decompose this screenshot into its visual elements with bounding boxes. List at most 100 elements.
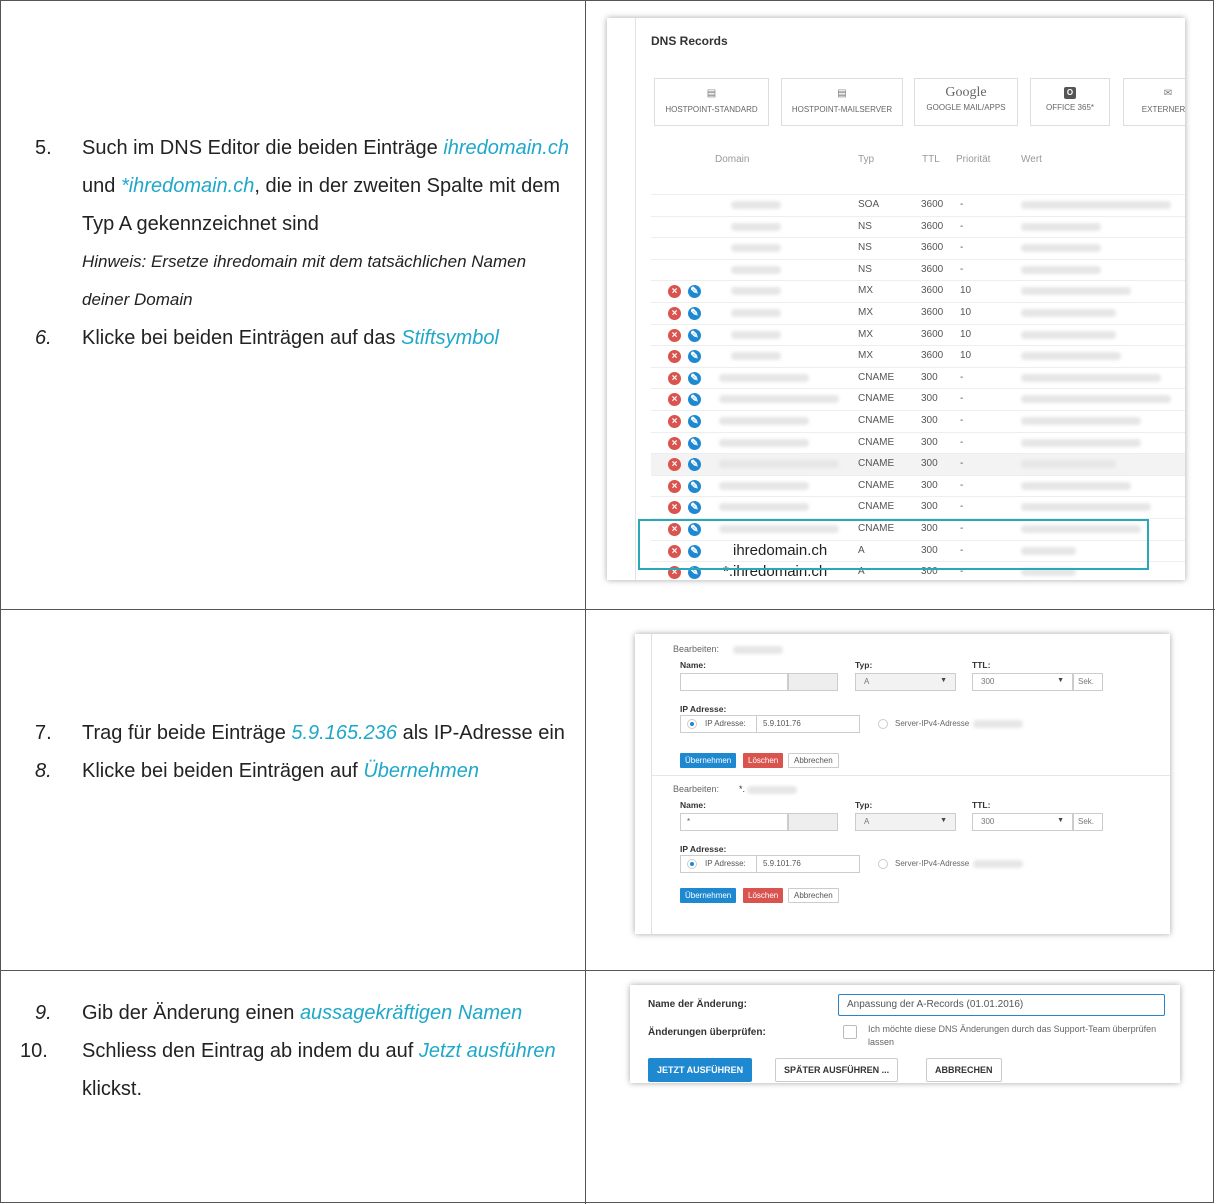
preset-hostpoint-mailserver[interactable]: ▤ HOSTPOINT-MAILSERVER: [781, 78, 903, 126]
review-checkbox[interactable]: [843, 1025, 857, 1039]
delete-icon[interactable]: ×: [668, 350, 681, 364]
record-priority: 10: [960, 285, 972, 297]
server-icon: ▤: [837, 88, 847, 99]
delete-icon[interactable]: ×: [668, 306, 681, 320]
table-row: × ✎ MX 3600 10: [651, 323, 1185, 346]
delete-icon[interactable]: ×: [668, 328, 681, 342]
delete-icon[interactable]: ×: [668, 479, 681, 493]
blurred-domain: [731, 265, 781, 274]
execute-highlight: Jetzt ausführen: [418, 1040, 556, 1062]
record-ttl: 3600: [921, 242, 944, 254]
type-select[interactable]: A ▼: [855, 813, 956, 831]
preset-hostpoint-standard[interactable]: ▤ HOSTPOINT-STANDARD: [654, 78, 769, 126]
edit-prefix: *.: [739, 784, 746, 794]
name-input[interactable]: [680, 673, 788, 691]
pencil-icon[interactable]: ✎: [688, 393, 701, 407]
wildcard-domain-highlight: *ihredomain.ch: [120, 175, 255, 197]
pencil-icon[interactable]: ✎: [688, 501, 701, 515]
ip-radio[interactable]: [687, 859, 697, 869]
blurred-value: [1021, 416, 1141, 425]
server-radio-label: Server-IPv4-Adresse: [895, 859, 970, 868]
record-ttl: 300: [921, 479, 938, 491]
delete-icon[interactable]: ×: [668, 501, 681, 515]
caret-down-icon: ▼: [940, 817, 947, 824]
delete-icon[interactable]: ×: [668, 285, 681, 299]
delete-icon[interactable]: ×: [668, 393, 681, 407]
record-priority: 10: [960, 306, 972, 318]
record-type: CNAME: [858, 393, 895, 405]
delete-button[interactable]: Löschen: [743, 888, 784, 903]
type-value: A: [864, 677, 870, 686]
apply-button[interactable]: Übernehmen: [680, 753, 737, 768]
table-row: × ✎ CNAME 300 -: [651, 366, 1185, 389]
step-number: 5.: [35, 137, 52, 159]
table-row: × ✎ CNAME 300 -: [651, 453, 1185, 475]
record-type: CNAME: [858, 501, 895, 513]
type-select[interactable]: A ▼: [855, 673, 956, 691]
execute-now-button[interactable]: JETZT AUSFÜHREN: [648, 1058, 753, 1082]
name-input[interactable]: *: [680, 813, 788, 831]
execute-later-button[interactable]: SPÄTER AUSFÜHREN ...: [775, 1058, 899, 1082]
execute-change-screenshot: Name der Änderung: Anpassung der A-Recor…: [630, 985, 1180, 1083]
pencil-icon[interactable]: ✎: [688, 371, 701, 385]
preset-label: EXTERNER M: [1141, 105, 1185, 114]
name-label: Name:: [680, 660, 706, 670]
pencil-icon[interactable]: ✎: [688, 306, 701, 320]
record-priority: -: [960, 371, 964, 383]
cancel-button[interactable]: ABBRECHEN: [926, 1058, 1002, 1082]
server-icon: ▤: [706, 88, 717, 99]
ip-field: IP Adresse: 5.9.101.76: [680, 715, 860, 733]
preset-external[interactable]: ✉ EXTERNER M: [1123, 78, 1185, 126]
ip-value[interactable]: 5.9.101.76: [763, 859, 801, 868]
col-domain: Domain: [715, 154, 750, 165]
blurred-domain: [747, 786, 797, 794]
pencil-icon[interactable]: ✎: [688, 436, 701, 450]
cancel-button[interactable]: Abbrechen: [788, 753, 839, 768]
steps-section-1: 5. Such im DNS Editor die beiden Einträg…: [0, 129, 585, 357]
preset-office365[interactable]: O OFFICE 365*: [1030, 78, 1110, 126]
pencil-icon[interactable]: ✎: [688, 350, 701, 364]
delete-icon[interactable]: ×: [668, 458, 681, 472]
preset-google[interactable]: Google GOOGLE MAIL/APPS: [914, 78, 1018, 126]
server-radio[interactable]: [878, 859, 888, 869]
delete-icon[interactable]: ×: [668, 371, 681, 385]
ttl-select[interactable]: 300 ▼: [972, 813, 1073, 831]
change-name-input[interactable]: Anpassung der A-Records (01.01.2016): [838, 994, 1165, 1016]
domain-suffix: [788, 813, 838, 831]
record-priority: -: [960, 393, 964, 405]
pencil-symbol-highlight: Stiftsymbol: [401, 327, 499, 349]
apply-button[interactable]: Übernehmen: [680, 888, 737, 903]
ip-radio[interactable]: [687, 719, 697, 729]
record-type: CNAME: [858, 458, 895, 470]
change-name-label: Name der Änderung:: [648, 999, 747, 1010]
ip-label: IP Adresse:: [680, 704, 727, 714]
pencil-icon[interactable]: ✎: [688, 414, 701, 428]
column-divider: [585, 0, 586, 1204]
pencil-icon[interactable]: ✎: [688, 458, 701, 472]
ttl-select[interactable]: 300 ▼: [972, 673, 1073, 691]
record-type: CNAME: [858, 414, 895, 426]
step-number: 8.: [35, 760, 52, 782]
blurred-domain: [731, 287, 781, 296]
delete-icon[interactable]: ×: [668, 414, 681, 428]
cancel-button[interactable]: Abbrechen: [788, 888, 839, 903]
delete-button[interactable]: Löschen: [743, 753, 784, 768]
review-label: Änderungen überprüfen:: [648, 1027, 766, 1038]
pencil-icon[interactable]: ✎: [688, 479, 701, 493]
delete-icon[interactable]: ×: [668, 436, 681, 450]
record-priority: -: [960, 458, 964, 470]
pencil-icon[interactable]: ✎: [688, 328, 701, 342]
ip-separator: [756, 856, 757, 872]
blurred-value: [1021, 503, 1151, 512]
blurred-value: [1021, 244, 1101, 253]
ip-value[interactable]: 5.9.101.76: [763, 719, 801, 728]
blurred-value: [1021, 308, 1116, 317]
preset-label: OFFICE 365*: [1045, 103, 1094, 112]
server-radio[interactable]: [878, 719, 888, 729]
record-priority: -: [960, 414, 964, 426]
pencil-icon[interactable]: ✎: [688, 285, 701, 299]
record-priority: -: [960, 479, 964, 491]
record-priority: -: [960, 501, 964, 513]
blurred-domain: [719, 481, 809, 490]
blurred-domain: [719, 395, 839, 404]
